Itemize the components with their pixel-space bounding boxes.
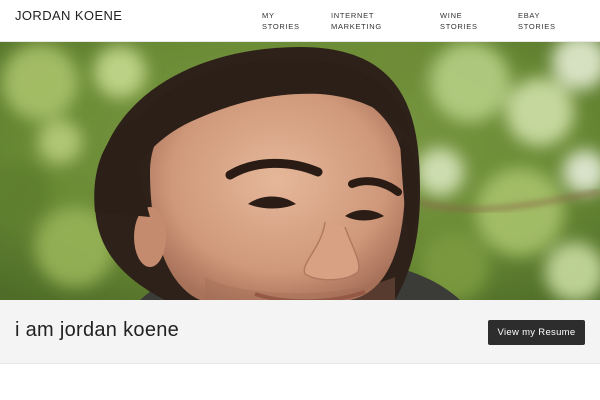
nav-internet-marketing[interactable]: INTERNET MARKETING (331, 10, 382, 32)
site-header: JORDAN KOENE MY STORIES INTERNET MARKETI… (0, 0, 600, 42)
portrait-photo (0, 42, 600, 300)
view-resume-button[interactable]: View my Resume (488, 320, 585, 345)
nav-label-line: STORIES (518, 22, 556, 31)
nav-ebay-stories[interactable]: EBAY STORIES (518, 10, 556, 32)
nav-label-line: MY (262, 11, 275, 20)
nav-label-line: EBAY (518, 11, 541, 20)
nav-wine-stories[interactable]: WINE STORIES (440, 10, 478, 32)
nav-label-line: WINE (440, 11, 463, 20)
nav-label-line: MARKETING (331, 22, 382, 31)
hero-photo (0, 42, 600, 300)
nav-label-line: INTERNET (331, 11, 375, 20)
intro-title: i am jordan koene (15, 319, 180, 341)
brand-logo-link[interactable]: JORDAN KOENE (15, 8, 122, 23)
nav-label-line: STORIES (262, 22, 300, 31)
nav-label-line: STORIES (440, 22, 478, 31)
nav-my-stories[interactable]: MY STORIES (262, 10, 300, 32)
